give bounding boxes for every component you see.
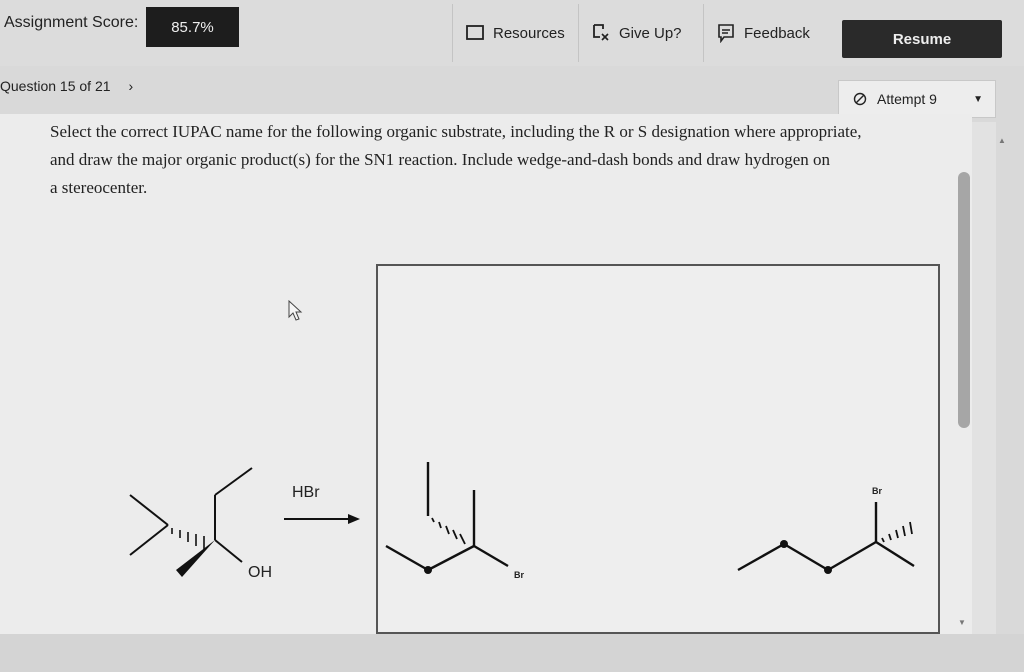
- product-structure-1: Br: [385, 462, 524, 580]
- assignment-score-value: 85.7%: [146, 7, 239, 47]
- attempt-icon: [853, 92, 867, 106]
- bond: [737, 542, 785, 572]
- bond: [473, 544, 509, 568]
- dashed-bond: [881, 521, 913, 543]
- give-up-icon: [593, 24, 609, 41]
- question-text: Select the correct IUPAC name for the fo…: [50, 118, 950, 202]
- bond: [427, 544, 475, 572]
- scrollbar-track[interactable]: [972, 122, 996, 634]
- assignment-score-label: Assignment Score:: [4, 14, 139, 31]
- bond: [827, 540, 877, 572]
- footer-area: [0, 634, 1024, 672]
- chevron-right-icon[interactable]: ›: [129, 78, 134, 94]
- attempt-label: Attempt 9: [877, 91, 937, 107]
- br-label-1: Br: [514, 570, 524, 580]
- bond: [214, 539, 243, 563]
- question-nav: Question 15 of 21 ›: [0, 78, 133, 94]
- scroll-down-arrow[interactable]: ▼: [958, 618, 966, 627]
- bond: [783, 542, 829, 572]
- top-toolbar: Assignment Score: 85.7% Resources Give U…: [0, 0, 1024, 66]
- resume-button[interactable]: Resume: [842, 20, 1002, 58]
- feedback-button[interactable]: Feedback: [703, 4, 823, 62]
- atom-dot: [780, 540, 788, 548]
- cursor-icon: [288, 300, 303, 321]
- reactant-structure: OH: [129, 467, 272, 581]
- reagent-label: HBr: [292, 484, 320, 501]
- bond: [875, 540, 915, 568]
- give-up-button[interactable]: Give Up?: [578, 4, 698, 62]
- feedback-label: Feedback: [744, 24, 810, 42]
- scrollbar-thumb[interactable]: [958, 172, 970, 428]
- atom-dot: [424, 566, 432, 574]
- br-label-2: Br: [872, 486, 882, 496]
- question-line-3: a stereocenter.: [50, 178, 148, 197]
- question-line-1: Select the correct IUPAC name for the fo…: [50, 122, 862, 141]
- bond: [129, 494, 169, 526]
- resources-icon: [466, 25, 484, 40]
- resources-button[interactable]: Resources: [452, 4, 574, 62]
- atom-dot: [824, 566, 832, 574]
- attempt-dropdown[interactable]: Attempt 9 ▼: [838, 80, 996, 118]
- bond: [214, 467, 253, 496]
- question-line-2: and draw the major organic product(s) fo…: [50, 150, 831, 169]
- resources-label: Resources: [493, 24, 565, 42]
- dropdown-caret-icon: ▼: [973, 94, 983, 105]
- product-structure-2: Br: [737, 486, 915, 574]
- bond: [129, 524, 169, 556]
- bond: [385, 544, 429, 572]
- scroll-up-arrow[interactable]: ▲: [998, 136, 1006, 145]
- feedback-icon: [718, 24, 734, 43]
- give-up-label: Give Up?: [619, 24, 682, 42]
- oh-label: OH: [248, 564, 272, 581]
- dashed-bond: [431, 517, 466, 545]
- reaction-arrow: [284, 514, 360, 524]
- dashed-bond: [171, 528, 205, 550]
- question-counter: Question 15 of 21: [0, 78, 111, 94]
